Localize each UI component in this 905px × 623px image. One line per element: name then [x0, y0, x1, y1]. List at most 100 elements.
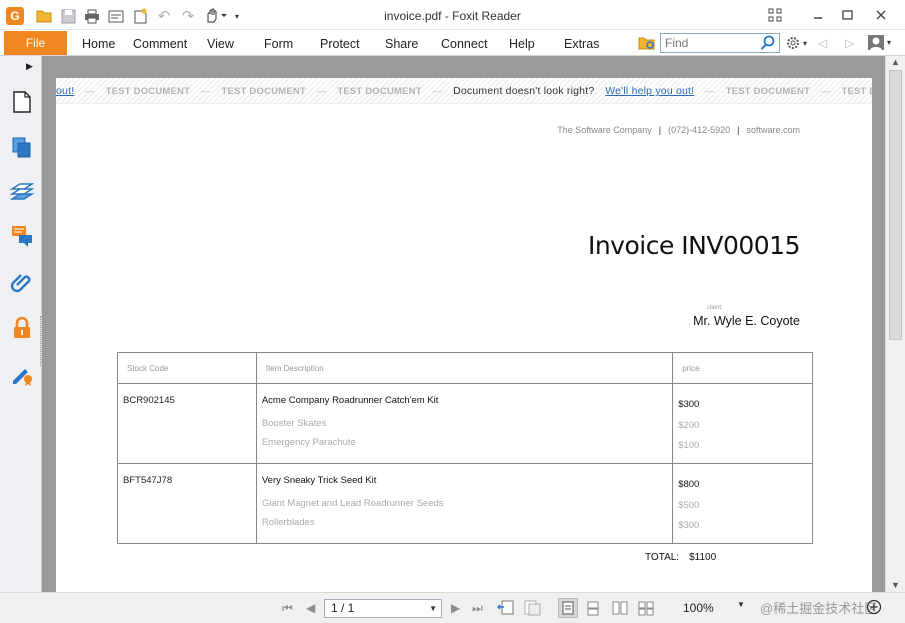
user-account-icon[interactable]: ▾: [867, 34, 891, 51]
find-box: [660, 33, 780, 53]
title-bar: G ↶ ↷ ▾ invoice.pdf - Foxit Reader: [0, 0, 905, 30]
open-folder-icon[interactable]: [34, 6, 54, 26]
close-button[interactable]: [868, 4, 894, 26]
nav-forward-icon[interactable]: ▷: [845, 36, 854, 50]
print-icon[interactable]: [82, 6, 102, 26]
tab-view[interactable]: View: [207, 37, 234, 51]
banner-dash: —: [85, 86, 95, 97]
price-cell: $300 $200 $100: [672, 383, 813, 464]
attachment-icon[interactable]: [10, 270, 34, 294]
next-page-icon[interactable]: ▶: [451, 601, 460, 615]
stock-code-cell: BCR902145: [117, 383, 257, 464]
page-number-value: 1 / 1: [331, 601, 355, 615]
total-label: TOTAL:: [645, 552, 680, 563]
page-number-field[interactable]: 1 / 1 ▼: [324, 599, 442, 618]
navigation-panel: ▶: [0, 56, 42, 623]
comments-icon[interactable]: [10, 224, 34, 248]
tab-file[interactable]: File: [4, 31, 67, 55]
pages-icon[interactable]: [10, 135, 34, 159]
previous-page-icon[interactable]: ◀: [306, 601, 315, 615]
item-price: $300: [678, 399, 700, 410]
watermark-text: @稀土掘金技术社区: [760, 601, 878, 616]
page-dropdown-icon[interactable]: ▼: [429, 600, 437, 617]
save-icon[interactable]: [58, 6, 78, 26]
properties-icon[interactable]: [106, 6, 126, 26]
header-price: price: [672, 352, 813, 384]
ribbon-toggle-icon[interactable]: [762, 4, 788, 26]
find-input[interactable]: [661, 34, 757, 52]
scrollbar-thumb[interactable]: [889, 70, 902, 340]
subitem-price: $300: [678, 520, 700, 531]
banner-dash: —: [200, 86, 211, 97]
company-name: The Software Company: [557, 125, 652, 135]
expand-panel-icon[interactable]: ▶: [26, 61, 33, 72]
banner-dash: —: [432, 86, 443, 97]
undo-icon[interactable]: ↶: [154, 6, 174, 26]
tab-protect[interactable]: Protect: [320, 37, 360, 51]
last-page-icon[interactable]: ⏭: [472, 601, 483, 616]
zoom-in-icon[interactable]: [866, 599, 882, 618]
description-cell: Very Sneaky Trick Seed Kit Giant Magnet …: [255, 463, 674, 544]
table-row: BCR902145 Acme Company Roadrunner Catch'…: [117, 383, 813, 464]
tab-share[interactable]: Share: [385, 37, 418, 51]
company-info: The Software Company | (072)-412-5920 | soft…: [557, 125, 800, 135]
tab-connect[interactable]: Connect: [441, 37, 488, 51]
redo-icon[interactable]: ↷: [178, 6, 198, 26]
subitem-name: Booster Skates: [261, 418, 327, 429]
zoom-dropdown-icon[interactable]: ▼: [737, 600, 745, 609]
banner-test-document: TEST DOCUMENT: [841, 86, 872, 97]
customize-toolbar-icon[interactable]: ▾: [232, 6, 242, 26]
item-name: Very Sneaky Trick Seed Kit: [261, 475, 377, 486]
find-folder-icon[interactable]: [638, 35, 656, 54]
hand-tool-icon[interactable]: [202, 6, 232, 26]
signature-icon[interactable]: [10, 362, 34, 386]
new-document-icon[interactable]: [130, 6, 150, 26]
banner-dash: —: [316, 86, 327, 97]
layers-icon[interactable]: [9, 179, 35, 203]
status-bar: ⏮ ◀ 1 / 1 ▼ ▶ ⏭ 100% ▼ @稀土掘金技术社区: [0, 592, 905, 623]
item-price: $800: [678, 479, 700, 490]
settings-gear-icon[interactable]: ▾: [785, 35, 807, 51]
previous-view-icon[interactable]: [496, 600, 515, 619]
security-lock-icon[interactable]: [10, 316, 34, 340]
scroll-down-arrow-icon[interactable]: ▼: [891, 580, 900, 590]
invoice-total: TOTAL: $1100: [645, 552, 716, 563]
description-cell: Acme Company Roadrunner Catch'em Kit Boo…: [255, 383, 674, 464]
page-thumbnail-icon[interactable]: [10, 90, 34, 114]
maximize-button[interactable]: [834, 4, 860, 26]
total-value: $1100: [689, 552, 717, 563]
nav-back-icon[interactable]: ◁: [818, 36, 827, 50]
foxit-app-icon[interactable]: G: [6, 7, 24, 25]
search-icon[interactable]: [760, 35, 776, 54]
test-document-banner: out! — TEST DOCUMENT — TEST DOCUMENT — T…: [56, 78, 872, 104]
client-name: Mr. Wyle E. Coyote: [693, 314, 800, 328]
next-view-icon[interactable]: [524, 600, 542, 619]
document-area: out! — TEST DOCUMENT — TEST DOCUMENT — T…: [42, 56, 885, 592]
stock-code-cell: BFT547J78: [117, 463, 257, 544]
banner-help-link[interactable]: We'll help you out!: [605, 85, 694, 97]
scroll-up-arrow-icon[interactable]: ▲: [891, 57, 900, 67]
single-page-view-icon[interactable]: [558, 598, 578, 618]
first-page-icon[interactable]: ⏮: [282, 601, 293, 616]
continuous-facing-view-icon[interactable]: [638, 601, 654, 619]
vertical-scrollbar[interactable]: ▲ ▼: [885, 56, 905, 592]
banner-dash: —: [705, 86, 715, 97]
table-row: BFT547J78 Very Sneaky Trick Seed Kit Gia…: [117, 463, 813, 544]
banner-dash: —: [820, 86, 831, 97]
tab-help[interactable]: Help: [509, 37, 535, 51]
client-label: client:: [707, 305, 723, 311]
tab-comment[interactable]: Comment: [133, 37, 187, 51]
zoom-level[interactable]: 100%: [683, 601, 714, 615]
minimize-button[interactable]: [805, 4, 831, 26]
tab-extras[interactable]: Extras: [564, 37, 599, 51]
price-cell: $800 $500 $300: [672, 463, 813, 544]
ribbon-menu-bar: File Home Comment View Form Protect Shar…: [0, 30, 905, 56]
company-phone: (072)-412-5920: [668, 125, 731, 135]
tab-form[interactable]: Form: [264, 37, 293, 51]
pdf-page: out! — TEST DOCUMENT — TEST DOCUMENT — T…: [56, 78, 872, 592]
facing-view-icon[interactable]: [612, 601, 628, 618]
continuous-view-icon[interactable]: [586, 601, 600, 619]
banner-test-document: TEST DOCUMENT: [221, 86, 306, 97]
banner-link-partial[interactable]: out!: [56, 85, 74, 97]
tab-home[interactable]: Home: [82, 37, 115, 51]
